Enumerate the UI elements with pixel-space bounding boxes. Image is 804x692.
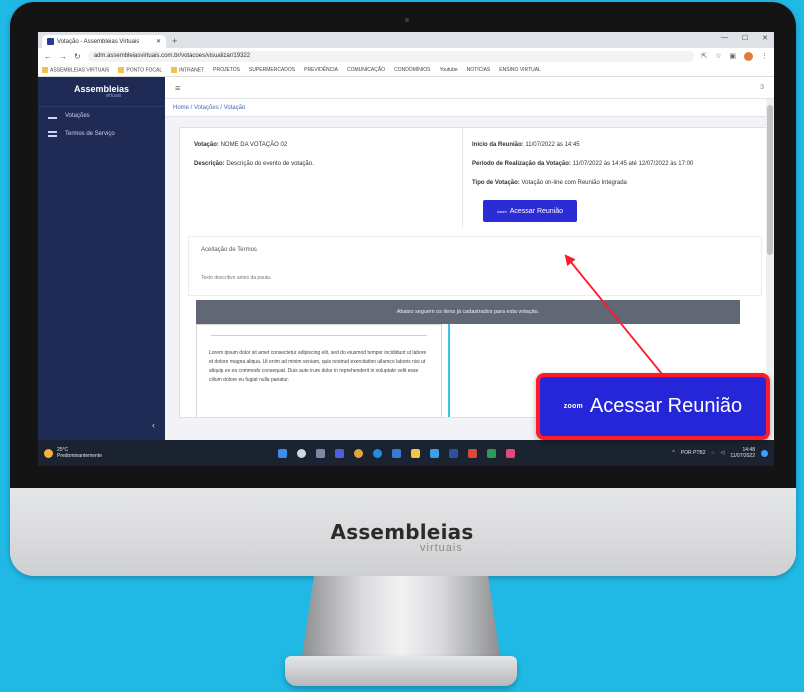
search-icon[interactable] — [297, 448, 306, 458]
browser-tab[interactable]: Votação - Assembleias Virtuais ✕ — [42, 35, 166, 48]
chart-icon — [48, 113, 57, 119]
bookmark-item[interactable]: COMUNICAÇÃO — [347, 67, 385, 73]
bookmark-item[interactable]: PROJETOS — [213, 67, 240, 73]
bookmark-item[interactable]: Youtube — [439, 67, 457, 73]
maximize-icon[interactable]: ☐ — [742, 34, 748, 42]
sidebar: Assembleias virtuais Votações Termos de … — [38, 77, 165, 440]
hamburger-icon[interactable]: ≡ — [175, 83, 180, 93]
chat-icon[interactable] — [335, 448, 344, 458]
sidebar-item-label: Termos de Serviço — [65, 131, 115, 137]
divider — [448, 324, 450, 417]
tab-title: Votação - Assembleias Virtuais — [57, 38, 140, 45]
topbar-indicator[interactable]: 3 — [760, 84, 764, 91]
address-bar: ← → ↻ adm.assembleiasvirtuais.com.br/vot… — [38, 48, 774, 64]
chrome-icon[interactable] — [354, 448, 363, 458]
clock[interactable]: 14:48 11/07/2022 — [730, 447, 755, 459]
meeting-start-row: Início da Reunião: 11/07/2022 às 14:45 — [472, 142, 580, 148]
agenda-text: Lorem ipsum dolor sit amet consectetur a… — [209, 350, 427, 383]
zoom-icon: zoom — [496, 208, 507, 214]
brand-sub: virtuais — [420, 542, 463, 554]
brand-name: Assembleias — [330, 520, 474, 544]
terms-section: Aceitação de Termos Texto descritivo ant… — [188, 236, 762, 296]
monitor-stand — [302, 576, 500, 656]
start-icon[interactable] — [278, 448, 287, 458]
minimize-icon[interactable]: — — [721, 34, 728, 42]
task-view-icon[interactable] — [316, 448, 325, 458]
browser-tabbar: Votação - Assembleias Virtuais ✕ + — ☐ ✕ — [38, 32, 774, 48]
edge-icon[interactable] — [373, 448, 382, 458]
terms-title: Aceitação de Termos — [201, 247, 257, 253]
topbar: ≡ 3 — [165, 77, 774, 99]
zoom-icon: zoom — [563, 403, 583, 410]
monitor-base — [285, 656, 517, 686]
explorer-icon[interactable] — [392, 448, 401, 458]
language-indicator[interactable]: POR PTB2 — [681, 450, 706, 456]
folder-icon[interactable] — [411, 448, 420, 458]
windows-taskbar: 25°C Predominantemente ^ POR PTB2 ◌ ◁ 14:… — [38, 440, 774, 466]
back-icon[interactable]: ← — [44, 52, 52, 61]
agenda-header: Abaixo seguem os itens já cadastrados pa… — [196, 300, 740, 324]
star-icon[interactable]: ☆ — [715, 52, 721, 60]
tray-chevron-icon[interactable]: ^ — [672, 450, 674, 456]
bookmark-item[interactable]: CONDOMÍNIOS — [394, 67, 430, 73]
access-meeting-button[interactable]: zoom Acessar Reunião — [483, 200, 577, 222]
weather-widget[interactable]: 25°C Predominantemente — [38, 447, 278, 459]
site-favicon-icon — [47, 38, 54, 45]
sidebar-item-termos[interactable]: Termos de Serviço — [38, 125, 165, 143]
notification-icon[interactable] — [761, 449, 768, 457]
scrollbar-thumb[interactable] — [767, 105, 773, 255]
mail-icon[interactable] — [430, 448, 439, 458]
new-tab-button[interactable]: + — [172, 35, 177, 48]
bookmark-item[interactable]: ENSINO VIRTUAL — [499, 67, 541, 73]
photoshop-icon[interactable] — [449, 448, 458, 458]
app-icon[interactable] — [468, 448, 477, 458]
excel-icon[interactable] — [487, 448, 496, 458]
breadcrumb[interactable]: Home / Votações / Votação — [165, 99, 774, 117]
url-input[interactable]: adm.assembleiasvirtuais.com.br/votacoes/… — [87, 50, 695, 62]
taskbar-apps — [278, 448, 515, 458]
bookmark-item[interactable]: SUPERMERCADOS — [249, 67, 295, 73]
voting-type-row: Tipo de Votação: Votação on-line com Reu… — [472, 180, 627, 186]
wifi-icon[interactable]: ◌ — [712, 450, 715, 456]
system-tray: ^ POR PTB2 ◌ ◁ 14:48 11/07/2022 — [672, 447, 774, 459]
camera-dot — [405, 18, 409, 22]
divider — [462, 128, 463, 228]
menu-dots-icon[interactable]: ⋮ — [761, 52, 768, 60]
sun-icon — [44, 448, 53, 458]
share-icon[interactable]: ⇱ — [701, 52, 707, 60]
app-icon[interactable] — [506, 448, 515, 458]
volume-icon[interactable]: ◁ — [720, 450, 724, 456]
voting-title-row: Votação: NOME DA VOTAÇÃO 02 — [194, 142, 288, 148]
sidebar-item-votacoes[interactable]: Votações — [38, 107, 165, 125]
close-tab-icon[interactable]: ✕ — [156, 38, 161, 45]
bookmark-item[interactable]: PONTO FOCAL — [118, 66, 162, 73]
terms-text: Texto descritivo antes da pauta. — [201, 275, 272, 281]
access-meeting-callout-button[interactable]: zoom Acessar Reunião — [536, 373, 770, 440]
bookmarks-bar: ASSEMBLEIAS VIRTUAIS PONTO FOCAL INTRANE… — [38, 64, 774, 77]
monitor-brand: Assembleias virtuais — [0, 520, 804, 554]
close-window-icon[interactable]: ✕ — [762, 34, 768, 42]
divider — [211, 335, 427, 336]
agenda-text-box: Lorem ipsum dolor sit amet consectetur a… — [196, 324, 442, 417]
bookmark-item[interactable]: NOTÍCIAS — [467, 67, 491, 73]
bookmark-item[interactable]: PREVIDÊNCIA — [304, 67, 338, 73]
list-icon — [48, 131, 57, 137]
app-logo[interactable]: Assembleias virtuais — [38, 77, 165, 107]
forward-icon[interactable]: → — [59, 52, 67, 61]
bookmark-item[interactable]: INTRANET — [171, 66, 204, 73]
profile-avatar[interactable] — [744, 51, 753, 61]
extensions-icon[interactable]: ▣ — [729, 52, 736, 60]
reload-icon[interactable]: ↻ — [74, 52, 81, 61]
voting-period-row: Período de Realização da Votação: 11/07/… — [472, 161, 694, 167]
window-controls: — ☐ ✕ — [721, 34, 768, 42]
collapse-sidebar-icon[interactable]: ‹ — [152, 420, 155, 430]
bookmark-item[interactable]: ASSEMBLEIAS VIRTUAIS — [42, 66, 109, 73]
sidebar-item-label: Votações — [65, 113, 90, 119]
voting-description-row: Descrição: Descrição do evento de votaçã… — [194, 161, 314, 167]
